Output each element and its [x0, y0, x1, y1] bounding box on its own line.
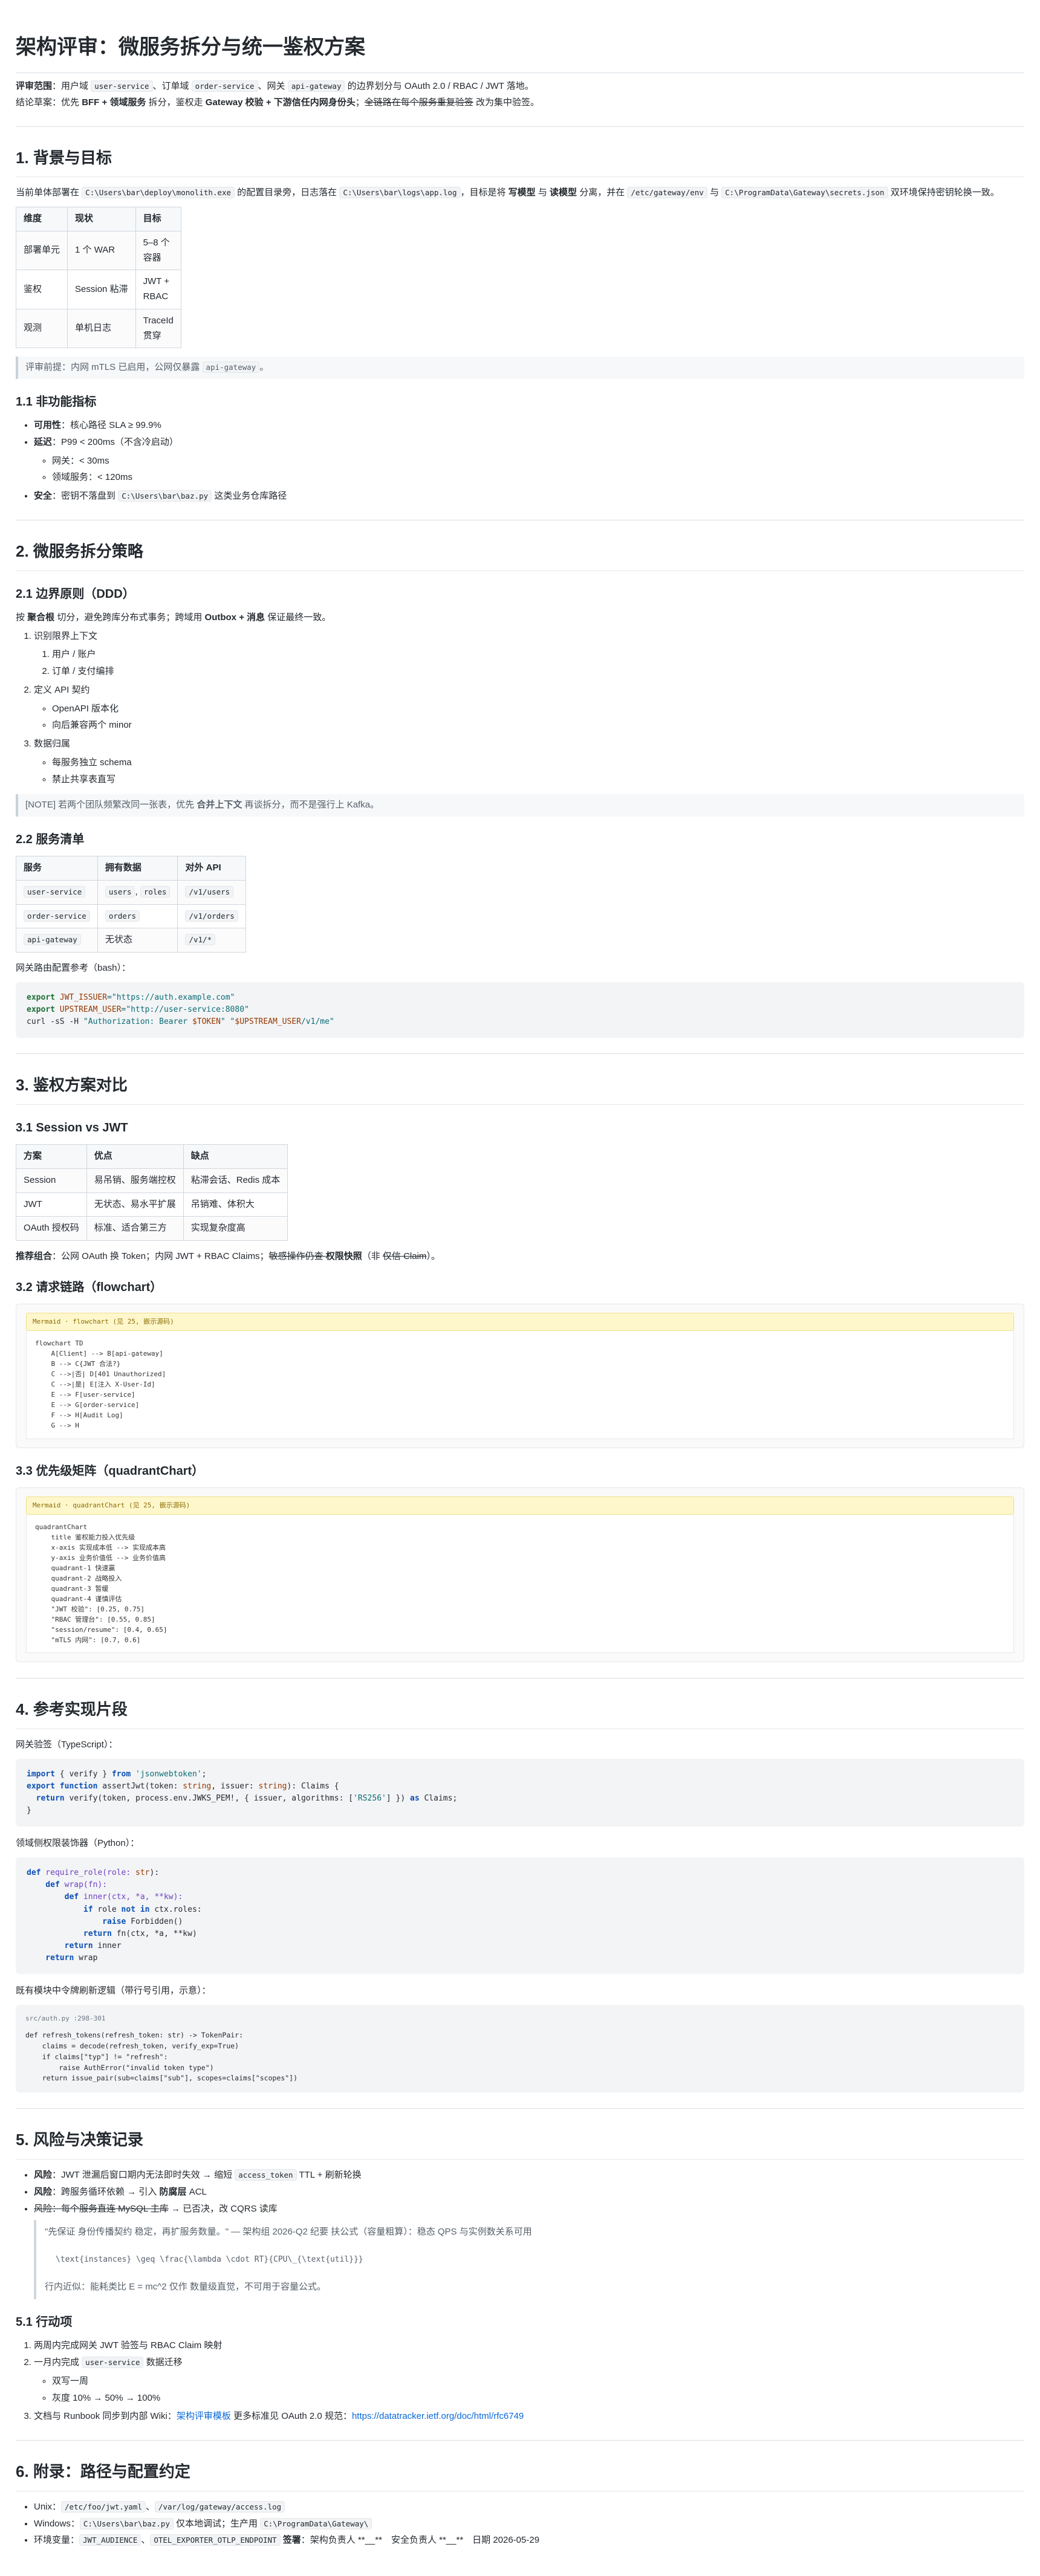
risk-list: 风险：JWT 泄漏后窗口期内无法即时失效 → 缩短 access_token T…: [16, 2168, 1024, 2216]
subsection-heading-actions: 5.1 行动项: [16, 2315, 73, 2329]
subsection-heading-flow: 3.2 请求链路（flowchart）: [16, 1280, 163, 1294]
py-label: 领域侧权限装饰器（Python）：: [16, 1838, 140, 1849]
list-item: 一月内完成 user-service 数据迁移 双写一周灰度 10% → 50%…: [34, 2355, 1024, 2406]
section-heading-split: 2. 微服务拆分策略: [16, 539, 1024, 571]
divider: [16, 2440, 1024, 2441]
list-item: 环境变量：JWT_AUDIENCE、OTEL_EXPORTER_OTLP_END…: [34, 2533, 1024, 2548]
capacity-formula: \text{instances} \geq \frac{\lambda \cdo…: [56, 2255, 363, 2265]
document: 架构评审：微服务拆分与统一鉴权方案 评审范围：用户域 user-service、…: [0, 0, 1040, 2576]
subsection-heading-ddd: 2.1 边界原则（DDD）: [16, 587, 135, 601]
snippet-source-ref: src/auth.py :298-301: [25, 2015, 106, 2023]
appendix-list: Unix：/etc/foo/jwt.yaml、/var/log/gateway/…: [16, 2500, 1024, 2548]
table-row: 观测 单机日志 TraceId 贯穿: [15, 308, 181, 349]
page-title: 架构评审：微服务拆分与统一鉴权方案: [16, 30, 1024, 74]
goals-table: 维度 现状 目标 部署单元 1 个 WAR 5–8 个容器 鉴权 Session 粘滞 JW…: [15, 207, 181, 349]
table-row: order-service orders/v1/orders: [16, 904, 246, 929]
premise-note: 评审前提：内网 mTLS 已启用，公网仅暴露 api-gateway。: [16, 357, 1024, 380]
summary-line: 结论草案：优先 BFF + 领域服务 拆分，鉴权走 Gateway 校验 + 下…: [16, 97, 539, 108]
quadrant-block: Mermaid · quadrantChart (见 25, 嵌示源码) qua…: [16, 1487, 1024, 1663]
section-heading-auth: 3. 鉴权方案对比: [16, 1072, 1024, 1105]
subsection-heading-nfr: 1.1 非功能指标: [16, 395, 97, 409]
decision-quote: "先保证 身份传播契约 稳定，再扩服务数量。" — 架构组 2026-Q2 纪要…: [34, 2220, 1024, 2300]
wiki-link[interactable]: 架构评审模板: [177, 2411, 231, 2421]
services-table: 服务 拥有数据 对外 API user-service users, roles/v1…: [16, 856, 246, 953]
divider: [16, 1053, 1024, 1055]
list-item: Windows：C:\Users\bar\baz.py 仅本地调试；生产用 C:…: [34, 2517, 1024, 2532]
py-code-block: def require_role(role: str): def wrap(fn…: [16, 1857, 1024, 1975]
mermaid-source: flowchart TD A[Client] --> B[api-gateway…: [26, 1331, 1014, 1439]
ts-code-block: import { verify } from 'jsonwebtoken'; e…: [16, 1758, 1024, 1827]
table-row: user-service users, roles/v1/users: [16, 879, 246, 905]
bash-code-block: export JWT_ISSUER="https://auth.example.…: [16, 982, 1024, 1038]
table-row: JWT 无状态、易水平扩展 吊销难、体积大: [16, 1192, 288, 1217]
section-heading-background: 1. 背景与目标: [16, 145, 1024, 178]
principle-paragraph: 按 聚合根 切分，避免跨库分布式事务；跨域用 Outbox + 消息 保证最终一…: [16, 612, 331, 623]
table-row: OAuth 授权码 标准、适合第三方 实现复杂度高: [16, 1216, 288, 1241]
list-item: 可用性：核心路径 SLA ≥ 99.9%: [34, 418, 1024, 433]
divider: [16, 2108, 1024, 2109]
bash-label: 网关路由配置参考（bash）：: [16, 963, 131, 974]
flowchart-block: Mermaid · flowchart (见 25, 嵌示源码) flowcha…: [16, 1303, 1024, 1448]
subsection-heading-services: 2.2 服务清单: [16, 833, 85, 847]
action-list: 两周内完成网关 JWT 验签与 RBAC Claim 映射 一月内完成 user…: [16, 2338, 1024, 2424]
list-item: 风险：每个服务直连 MySQL 主库 → 已否决，改 CQRS 读库: [34, 2202, 1024, 2217]
steps-list: 识别限界上下文 用户 / 账户订单 / 支付编排 定义 API 契约 OpenA…: [16, 629, 1024, 788]
table-row: api-gateway 无状态/v1/*: [16, 928, 246, 953]
list-item: 网关：< 30ms: [52, 454, 1024, 469]
list-item: 风险：跨服务循环依赖 → 引入 防腐层 ACL: [34, 2185, 1024, 2200]
divider: [16, 126, 1024, 127]
team-note: [NOTE] 若两个团队频繁改同一张表，优先 合并上下文 再谈拆分，而不是强行上…: [16, 794, 1024, 817]
recommendation: 推荐组合：公网 OAuth 换 Token；内网 JWT + RBAC Clai…: [16, 1251, 440, 1262]
list-item: 两周内完成网关 JWT 验签与 RBAC Claim 映射: [34, 2338, 1024, 2354]
nfr-list: 可用性：核心路径 SLA ≥ 99.9% 延迟：P99 < 200ms（不含冷启…: [16, 418, 1024, 504]
scope-line: 评审范围：用户域 user-service 、订单域 order-service、…: [16, 80, 534, 92]
mermaid-header: Mermaid · quadrantChart (见 25, 嵌示源码): [26, 1496, 1014, 1515]
rfc-link[interactable]: https://datatracker.ietf.org/doc/html/rf…: [352, 2411, 524, 2421]
list-item: 安全：密钥不落盘到 C:\Users\bar\baz.py 这类业务仓库路径: [34, 489, 1024, 504]
mermaid-header: Mermaid · flowchart (见 25, 嵌示源码): [26, 1312, 1014, 1332]
section-heading-impl: 4. 参考实现片段: [16, 1697, 1024, 1730]
mermaid-source: quadrantChart title 鉴权能力投入优先级 x-axis 实现成…: [26, 1514, 1014, 1654]
table-row: Session 易吊销、服务端控权 粘滞会话、Redis 成本: [16, 1168, 288, 1193]
table-row: 鉴权 Session 粘滞 JWT + RBAC: [15, 270, 181, 309]
compare-table: 方案 优点 缺点 Session 易吊销、服务端控权 粘滞会话、Redis 成本 JWT…: [16, 1144, 288, 1241]
list-item: 延迟：P99 < 200ms（不含冷启动） 网关：< 30ms 领域服务：< 1…: [34, 435, 1024, 485]
list-item: 领域服务：< 120ms: [52, 470, 1024, 485]
list-item: 识别限界上下文 用户 / 账户订单 / 支付编排: [34, 629, 1024, 679]
ts-label: 网关验签（TypeScript）：: [16, 1739, 118, 1750]
snippet-label: 既有模块中令牌刷新逻辑（带行号引用，示意）：: [16, 1985, 211, 1996]
list-item: 数据归属 每服务独立 schema禁止共享表直写: [34, 737, 1024, 787]
subsection-heading-quadrant: 3.3 优先级矩阵（quadrantChart）: [16, 1464, 204, 1478]
snippet-code: def refresh_tokens(refresh_token: str) -…: [25, 2031, 298, 2083]
subsection-heading-compare: 3.1 Session vs JWT: [16, 1121, 128, 1135]
list-item: 风险：JWT 泄漏后窗口期内无法即时失效 → 缩短 access_token T…: [34, 2168, 1024, 2183]
snippet-block: src/auth.py :298-301 def refresh_tokens(…: [16, 2005, 1024, 2093]
background-paragraph: 当前单体部署在 C:\Users\bar\deploy\monolith.exe…: [16, 187, 999, 199]
table-row: 部署单元 1 个 WAR 5–8 个容器: [15, 230, 181, 271]
list-item: 定义 API 契约 OpenAPI 版本化向后兼容两个 minor: [34, 683, 1024, 733]
section-heading-risk: 5. 风险与决策记录: [16, 2127, 1024, 2160]
list-item: 文档与 Runbook 同步到内部 Wiki：架构评审模板 更多标准见 OAut…: [34, 2409, 1024, 2424]
section-heading-appendix: 6. 附录：路径与配置约定: [16, 2459, 1024, 2491]
list-item: Unix：/etc/foo/jwt.yaml、/var/log/gateway/…: [34, 2500, 1024, 2515]
